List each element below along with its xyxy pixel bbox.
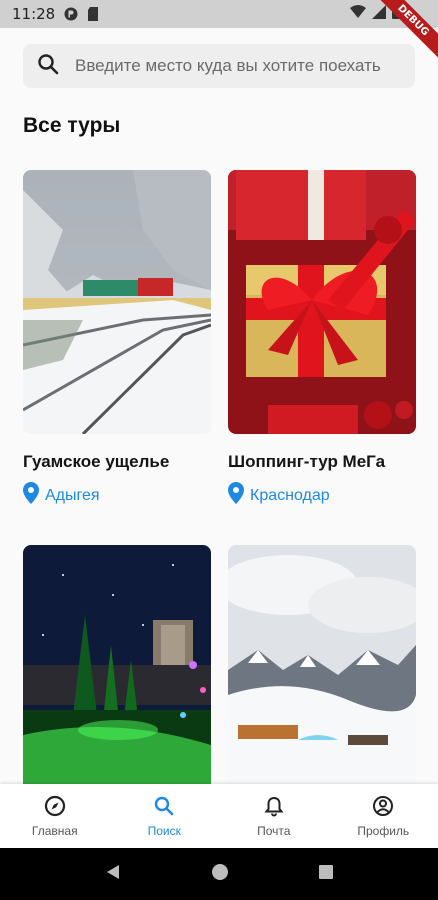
nav-search[interactable]: Поиск [110, 784, 220, 848]
tour-card[interactable] [228, 545, 416, 809]
tour-title: Шоппинг-тур МеГа [228, 452, 386, 471]
tour-card[interactable] [23, 545, 211, 809]
nav-search-label: Поиск [147, 823, 181, 838]
profile-icon [372, 795, 394, 820]
recents-icon[interactable] [318, 864, 334, 885]
tour-image-snowy-mountains[interactable] [228, 545, 416, 809]
tour-image-snowy-gorge[interactable] [23, 170, 211, 434]
nav-profile[interactable]: Профиль [329, 784, 438, 848]
search-icon [37, 53, 59, 80]
location-pin-icon [23, 482, 45, 509]
tour-image-gift-box[interactable] [228, 170, 416, 434]
wifi-icon [350, 5, 366, 23]
nav-home[interactable]: Главная [0, 784, 110, 848]
status-time: 11:28 [12, 5, 56, 23]
nav-profile-label: Профиль [357, 823, 410, 838]
system-navigation-bar [0, 848, 438, 900]
section-title: Все туры [23, 114, 121, 137]
signal-icon [372, 4, 386, 24]
bell-icon [263, 795, 285, 820]
tour-image-night-park[interactable] [23, 545, 211, 809]
back-icon[interactable] [104, 863, 122, 886]
app-icon [64, 7, 78, 21]
tour-location-label: Краснодар [250, 486, 330, 504]
bottom-navigation: Главная Поиск Почта Профиль [0, 784, 438, 848]
location-pin-icon [228, 482, 250, 509]
nav-home-label: Главная [31, 823, 78, 838]
tour-card[interactable]: Шоппинг-тур МеГа Краснодар [228, 170, 416, 509]
tour-card[interactable]: Гуамское ущелье Адыгея [23, 170, 211, 509]
tour-location[interactable]: Адыгея [23, 482, 211, 509]
tour-location[interactable]: Краснодар [228, 482, 416, 509]
nav-mail-label: Почта [257, 823, 291, 838]
sd-card-icon [87, 7, 99, 21]
tour-title: Гуамское ущелье [23, 452, 170, 471]
search-bar[interactable] [23, 44, 415, 88]
status-bar: 11:28 DEBUG [0, 0, 438, 66]
tour-location-label: Адыгея [45, 486, 100, 504]
compass-icon [44, 795, 66, 820]
home-icon[interactable] [211, 863, 229, 886]
search-input[interactable] [75, 56, 405, 76]
search-icon [153, 795, 175, 820]
nav-mail[interactable]: Почта [219, 784, 329, 848]
